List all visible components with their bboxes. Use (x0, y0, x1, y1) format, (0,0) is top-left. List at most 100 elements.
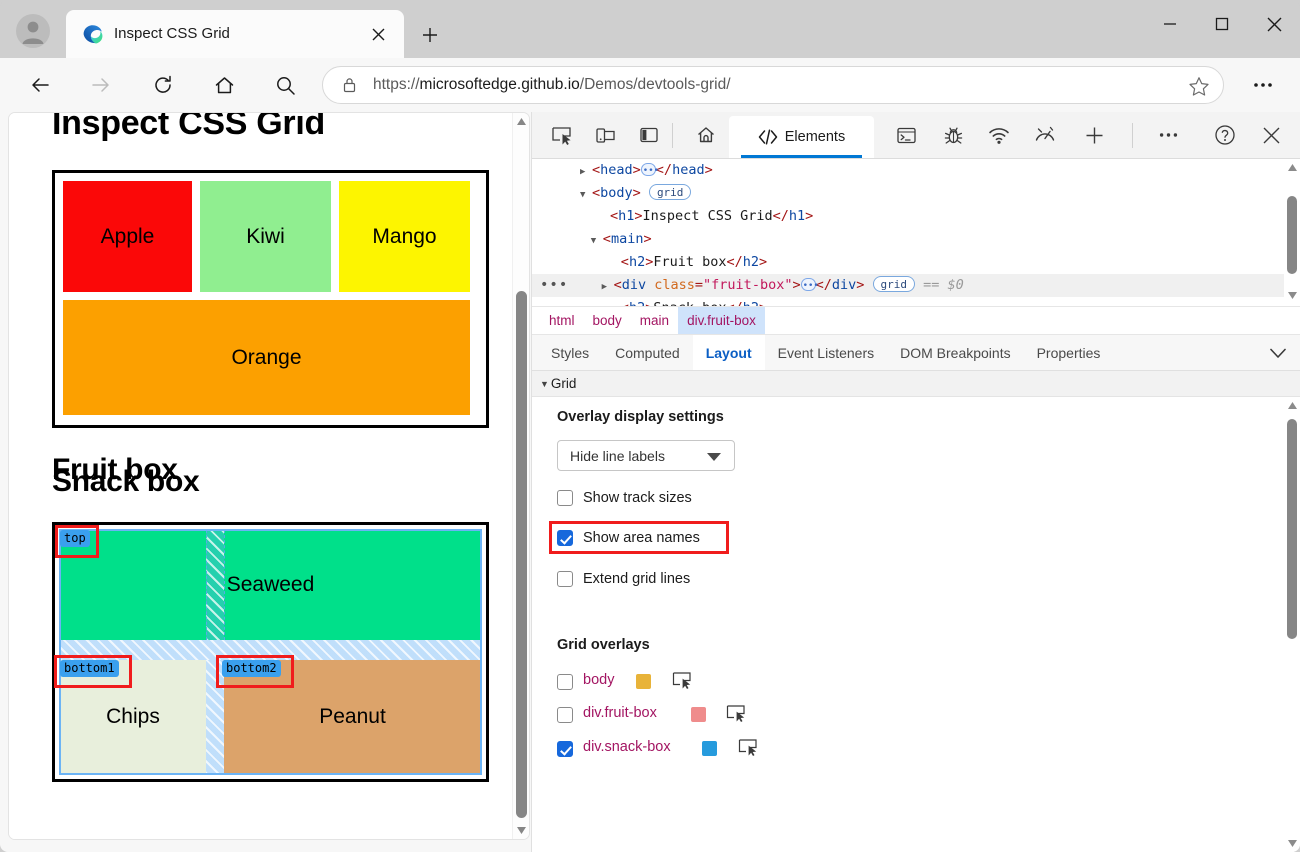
grid-overlay-fruit-box-checkbox[interactable] (557, 707, 573, 723)
window-minimize-button[interactable] (1144, 0, 1196, 48)
device-emulation-icon[interactable] (589, 120, 621, 150)
forward-button[interactable] (84, 68, 118, 102)
dom-tree-scrollbar[interactable] (1284, 159, 1300, 306)
breadcrumb-item-body[interactable]: body (584, 307, 631, 334)
grid-overlay-fruit-box-reveal-icon[interactable] (726, 704, 747, 723)
dom-scrollbar-thumb[interactable] (1287, 196, 1297, 274)
dom-tree-row[interactable]: <h1>Inspect CSS Grid</h1> (532, 205, 1300, 228)
selected-node-ref: == $0 (923, 277, 964, 293)
refresh-button[interactable] (146, 68, 180, 102)
checkbox-show-area-names-box[interactable] (557, 530, 573, 546)
dom-scroll-down-icon[interactable] (1284, 287, 1300, 303)
line-labels-select[interactable]: Hide line labels (557, 440, 735, 471)
area-label-bottom1: bottom1 (60, 660, 119, 677)
fruit-cell-orange: Orange (63, 300, 470, 415)
tab-close-icon[interactable] (366, 22, 390, 46)
scroll-up-arrow-icon[interactable] (513, 113, 529, 130)
devtools-close-icon[interactable] (1255, 120, 1287, 150)
window-maximize-button[interactable] (1196, 0, 1248, 48)
debugger-bug-icon[interactable] (937, 120, 969, 150)
collapsed-children-icon[interactable] (800, 275, 819, 298)
checkbox-show-track-sizes-box[interactable] (557, 490, 573, 506)
breadcrumb[interactable]: html body main div.fruit-box (532, 306, 1300, 335)
inspect-element-icon[interactable] (545, 120, 577, 150)
dom-tree-row[interactable]: <h2>Fruit box</h2> (532, 251, 1300, 274)
dom-tree-row[interactable]: <h2>Snack box</h2> (532, 297, 1300, 306)
grid-overlay-body-reveal-icon[interactable] (672, 671, 693, 690)
performance-gauge-icon[interactable] (1029, 120, 1061, 150)
dom-tree-row[interactable]: ▼ <main> (532, 228, 1300, 251)
search-button[interactable] (268, 68, 302, 102)
grid-badge[interactable]: grid (872, 276, 916, 292)
window-close-button[interactable] (1248, 0, 1300, 48)
grid-overlay-body-checkbox[interactable] (557, 674, 573, 690)
address-bar[interactable]: https://microsoftedge.github.io/Demos/de… (322, 66, 1224, 104)
subtab-styles[interactable]: Styles (538, 335, 602, 370)
grid-overlay-body-color-swatch[interactable] (636, 674, 651, 689)
grid-overlay-snack-box-color-swatch[interactable] (702, 741, 717, 756)
scroll-down-arrow-icon[interactable] (513, 822, 529, 839)
dom-tree-row[interactable]: •••▶<div class="fruit-box"></div> grid =… (532, 274, 1300, 299)
dom-row-twisty-icon[interactable]: ▶ (580, 161, 592, 184)
page-scrollbar[interactable] (512, 113, 529, 839)
grid-overlays-title: Grid overlays (557, 637, 650, 653)
grid-section-caret-icon: ▼ (540, 378, 549, 389)
grid-overlay-snack-box-reveal-icon[interactable] (738, 738, 759, 757)
subtab-event-listeners[interactable]: Event Listeners (765, 335, 888, 370)
devtools-toolbar: Elements (532, 112, 1300, 159)
more-tools-icon[interactable] (1152, 120, 1184, 150)
subtab-dom-breakpoints[interactable]: DOM Breakpoints (887, 335, 1023, 370)
grid-overlay-row-snack-box[interactable]: div.snack-box (557, 738, 823, 757)
collapsed-children-icon[interactable] (640, 160, 659, 183)
grid-overlay-snack-box-checkbox[interactable] (557, 741, 573, 757)
grid-overlay-fruit-box-color-swatch[interactable] (691, 707, 706, 722)
back-button[interactable] (23, 68, 57, 102)
dom-tree[interactable]: ▶<head></head>▼<body> grid<h1>Inspect CS… (532, 159, 1300, 306)
dom-tree-row[interactable]: ▶<head></head> (532, 159, 1300, 184)
breadcrumb-item-html[interactable]: html (540, 307, 584, 334)
browser-settings-more-button[interactable] (1246, 68, 1280, 102)
snack-cell-seaweed: Seaweed (60, 530, 481, 640)
dom-scroll-up-icon[interactable] (1284, 159, 1300, 175)
home-button[interactable] (207, 68, 241, 102)
grid-section-header[interactable]: ▼ Grid (532, 371, 1300, 397)
plus-icon (423, 28, 437, 42)
help-icon[interactable] (1209, 120, 1241, 150)
dom-row-twisty-icon[interactable]: ▼ (580, 184, 592, 207)
subtab-properties[interactable]: Properties (1024, 335, 1114, 370)
grid-panel-scrollbar[interactable] (1284, 397, 1300, 852)
grid-scroll-up-icon[interactable] (1284, 397, 1300, 413)
network-wifi-icon[interactable] (983, 120, 1015, 150)
dom-tree-row[interactable]: ▼ <body> grid (532, 182, 1300, 205)
subtabs-overflow-chevron-icon[interactable] (1265, 341, 1291, 365)
add-tool-icon[interactable] (1078, 120, 1110, 150)
subtab-computed[interactable]: Computed (602, 335, 693, 370)
devtools-subtabs[interactable]: Styles Computed Layout Event Listeners DOM B… (532, 335, 1300, 371)
breadcrumb-item-div-fruit-box[interactable]: div.fruit-box (678, 307, 765, 334)
page-scrollbar-thumb[interactable] (516, 291, 527, 818)
favorite-star-icon[interactable] (1187, 74, 1211, 98)
dom-row-more-icon[interactable]: ••• (540, 274, 568, 297)
browser-tab[interactable]: Inspect CSS Grid (66, 10, 404, 58)
checkbox-extend-grid-lines-box[interactable] (557, 571, 573, 587)
line-labels-select-value: Hide line labels (570, 447, 665, 464)
checkbox-show-track-sizes[interactable]: Show track sizes (557, 490, 692, 506)
new-tab-button[interactable] (414, 19, 446, 51)
dom-row-twisty-icon[interactable]: ▶ (602, 276, 614, 299)
grid-scrollbar-thumb[interactable] (1287, 419, 1297, 639)
home-icon[interactable] (690, 120, 722, 150)
breadcrumb-item-main[interactable]: main (631, 307, 678, 334)
grid-badge[interactable]: grid (648, 184, 692, 200)
checkbox-extend-grid-lines[interactable]: Extend grid lines (557, 571, 690, 587)
dom-row-twisty-icon[interactable]: ▼ (591, 230, 603, 253)
grid-overlay-row-body[interactable]: body (557, 671, 803, 690)
subtab-layout[interactable]: Layout (692, 335, 765, 370)
console-icon[interactable] (890, 120, 922, 150)
tab-elements[interactable]: Elements (729, 116, 874, 158)
profile-avatar-button[interactable] (14, 12, 52, 50)
dock-side-icon[interactable] (633, 120, 665, 150)
close-icon (1267, 17, 1281, 31)
grid-overlay-row-fruit-box[interactable]: div.fruit-box (557, 704, 813, 723)
grid-scroll-down-icon[interactable] (1284, 835, 1300, 851)
checkbox-show-area-names[interactable]: Show area names (557, 530, 700, 546)
